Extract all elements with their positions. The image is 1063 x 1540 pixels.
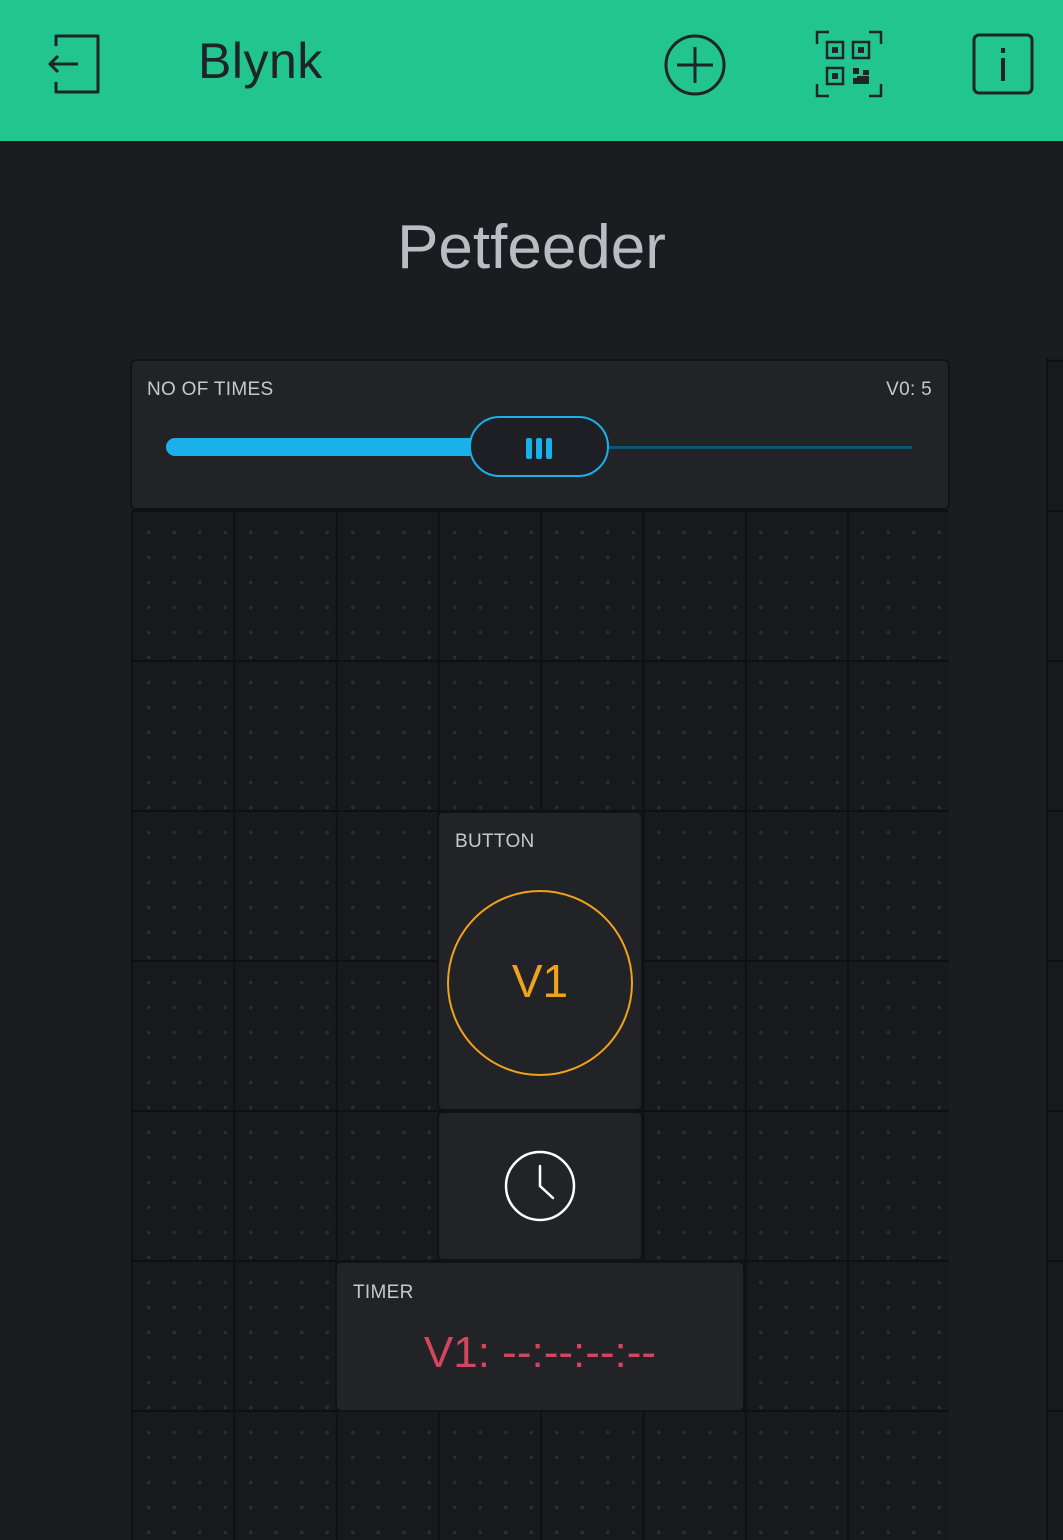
slider-pin-value: V0: 5 [886, 379, 932, 400]
info-icon[interactable] [972, 33, 1034, 99]
timer-value: V1: --:--:--:-- [423, 1328, 657, 1377]
slider-handle[interactable] [469, 416, 609, 477]
timer-label: TIMER [353, 1282, 414, 1303]
button-pin-label: V1 [511, 955, 569, 1007]
add-circle-icon[interactable] [663, 33, 727, 101]
clock-icon[interactable] [503, 1149, 577, 1227]
project-title[interactable]: Petfeeder [0, 212, 1063, 283]
v1-push-button[interactable]: V1 [447, 890, 633, 1076]
qr-code-icon[interactable] [815, 30, 883, 102]
app-header: Blynk [0, 0, 1063, 141]
slider-label: NO OF TIMES [147, 379, 274, 400]
grip-icon [526, 438, 532, 459]
next-page-grid-edge [1046, 358, 1063, 1540]
app-title: Blynk [198, 33, 323, 89]
logout-icon[interactable] [46, 32, 104, 100]
button-label: BUTTON [455, 831, 535, 852]
